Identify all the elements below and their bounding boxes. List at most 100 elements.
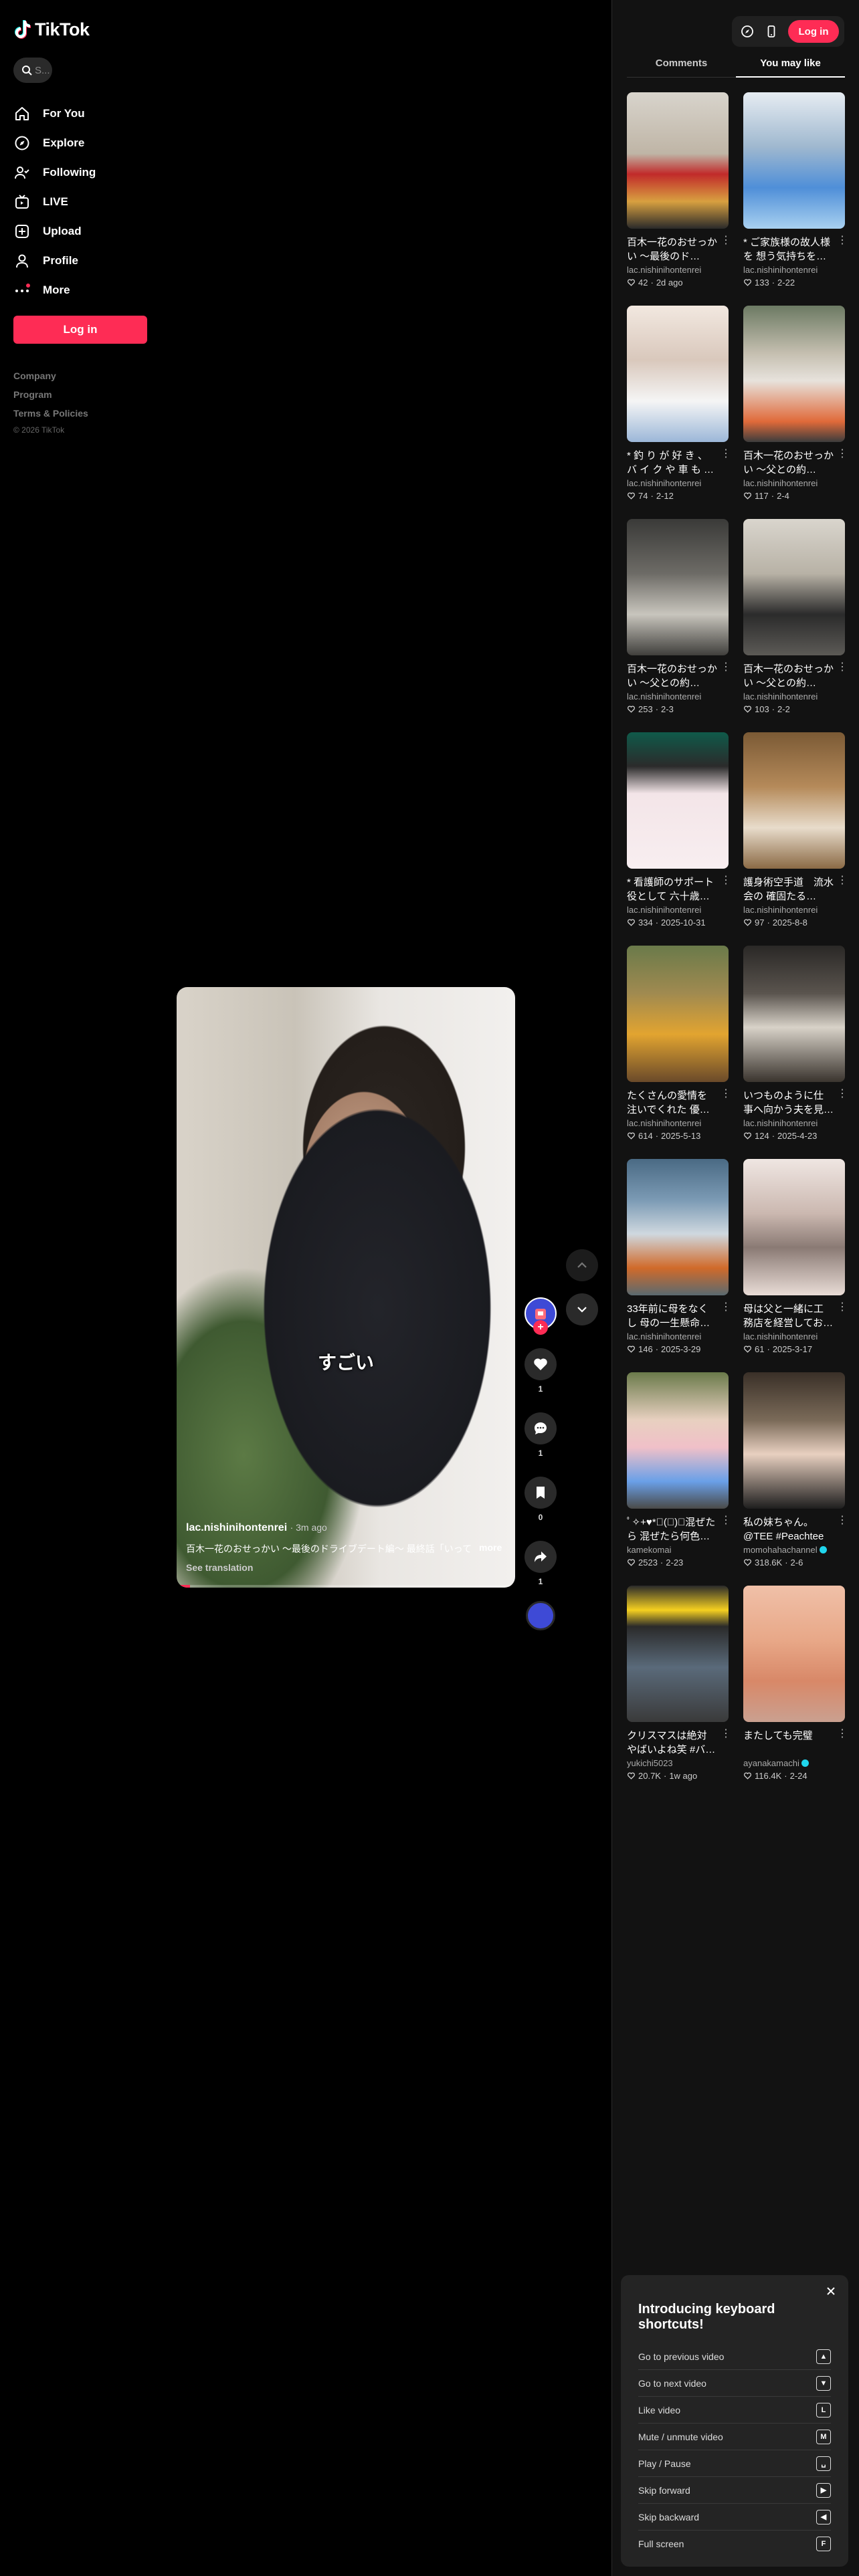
nav-upload[interactable]: Upload (13, 217, 147, 246)
video-thumbnail[interactable] (743, 306, 845, 442)
like-button[interactable] (524, 1348, 557, 1380)
video-thumbnail[interactable] (743, 946, 845, 1082)
separator: · (771, 704, 775, 714)
footer-link-company[interactable]: Company (13, 370, 147, 381)
video-thumbnail[interactable] (743, 1159, 845, 1295)
video-card[interactable]: ﾟ✧+♥︎*ﾟ(ﾟ)ﾟ混ぜたら 混ぜたら何色な… ⋮ kamekomai 252… (627, 1372, 731, 1574)
video-card-author[interactable]: lac.nishinihontenrei (627, 691, 729, 702)
more-options-icon[interactable]: ⋮ (837, 1729, 848, 1742)
more-options-icon[interactable]: ⋮ (837, 1089, 848, 1102)
video-card[interactable]: たくさんの愛情を 注いでくれた 優… ⋮ lac.nishinihontenre… (627, 946, 731, 1147)
video-player[interactable]: すごい lac.nishinihontenrei · 3m ago 百木一花のお… (177, 987, 515, 1588)
video-thumbnail[interactable] (627, 1159, 729, 1295)
tab-you-may-like[interactable]: You may like (736, 52, 845, 78)
more-button[interactable]: more (479, 1542, 502, 1555)
video-thumbnail[interactable] (627, 732, 729, 869)
video-card-author[interactable]: lac.nishinihontenrei (743, 265, 845, 275)
nav-profile[interactable]: Profile (13, 246, 147, 276)
creator-avatar[interactable]: + (524, 1297, 557, 1335)
tiktok-logo[interactable]: TikTok (13, 17, 147, 41)
video-thumbnail[interactable] (743, 1372, 845, 1509)
music-disc-icon[interactable] (526, 1601, 555, 1630)
video-card-author[interactable]: lac.nishinihontenrei (743, 905, 845, 915)
video-card[interactable]: 33年前に母をなく し 母の一生懸命… ⋮ lac.nishinihontenr… (627, 1159, 731, 1360)
video-thumbnail[interactable] (627, 1586, 729, 1722)
video-thumbnail[interactable] (743, 92, 845, 229)
video-thumbnail[interactable] (627, 306, 729, 442)
video-card[interactable]: 百木一花のおせっかい 〜父との約… ⋮ lac.nishinihontenrei… (743, 306, 848, 507)
nav-live[interactable]: LIVE (13, 187, 147, 217)
get-app-button[interactable] (761, 21, 781, 41)
search-input[interactable]: S... (13, 58, 52, 83)
login-button-top[interactable]: Log in (788, 20, 839, 43)
previous-video-button[interactable] (566, 1249, 598, 1281)
video-card[interactable]: 百木一花のおせっかい 〜最後のド… ⋮ lac.nishinihontenrei… (627, 92, 731, 294)
more-options-icon[interactable]: ⋮ (721, 662, 731, 675)
video-card-author[interactable]: lac.nishinihontenrei (743, 691, 845, 702)
more-options-icon[interactable]: ⋮ (837, 875, 848, 889)
video-card-author[interactable]: lac.nishinihontenrei (627, 1331, 729, 1341)
video-card-author[interactable]: lac.nishinihontenrei (627, 478, 729, 488)
next-video-button[interactable] (566, 1293, 598, 1325)
video-card-author[interactable]: kamekomai (627, 1545, 729, 1555)
video-card[interactable]: 百木一花のおせっかい 〜父との約… ⋮ lac.nishinihontenrei… (627, 519, 731, 720)
video-card[interactable]: いつものように仕 事へ向かう夫を見… ⋮ lac.nishinihontenre… (743, 946, 848, 1147)
video-thumbnail[interactable] (627, 1372, 729, 1509)
more-options-icon[interactable]: ⋮ (837, 235, 848, 249)
video-card-author[interactable]: ayanakamachi (743, 1758, 845, 1768)
nav-explore[interactable]: Explore (13, 128, 147, 158)
video-card[interactable]: * 釣 り が 好 き 、 バ イ ク や 車 も … ⋮ lac.nishin… (627, 306, 731, 507)
video-thumbnail[interactable] (743, 1586, 845, 1722)
more-options-icon[interactable]: ⋮ (837, 662, 848, 675)
video-card-author[interactable]: momohahachannel (743, 1545, 845, 1555)
video-card-author[interactable]: lac.nishinihontenrei (743, 1331, 845, 1341)
video-card-author[interactable]: yukichi5023 (627, 1758, 729, 1768)
video-thumbnail[interactable] (627, 92, 729, 229)
video-card[interactable]: 護身術空手道 流水会の 確固たる… ⋮ lac.nishinihontenrei… (743, 732, 848, 934)
video-thumbnail[interactable] (627, 946, 729, 1082)
video-card-author[interactable]: lac.nishinihontenrei (627, 1118, 729, 1128)
more-icon (13, 282, 31, 299)
video-author[interactable]: lac.nishinihontenrei (186, 1522, 287, 1533)
video-card-author[interactable]: lac.nishinihontenrei (627, 265, 729, 275)
nav-more[interactable]: More (13, 276, 147, 305)
more-options-icon[interactable]: ⋮ (721, 1729, 731, 1742)
video-card[interactable]: クリスマスは絶対 やばいよね笑 #バ… ⋮ yukichi5023 20.7K … (627, 1586, 731, 1787)
tiktok-logo-icon (15, 20, 31, 39)
login-button[interactable]: Log in (13, 316, 147, 344)
nav-for-you[interactable]: For You (13, 99, 147, 128)
follow-plus-icon[interactable]: + (533, 1320, 548, 1335)
video-thumbnail[interactable] (743, 732, 845, 869)
video-card-author[interactable]: lac.nishinihontenrei (743, 478, 845, 488)
more-options-icon[interactable]: ⋮ (721, 1089, 731, 1102)
video-card[interactable]: * 看護師のサポート 役として 六十歳… ⋮ lac.nishinihonten… (627, 732, 731, 934)
video-card[interactable]: 百木一花のおせっかい 〜父との約… ⋮ lac.nishinihontenrei… (743, 519, 848, 720)
video-progress-bar[interactable] (177, 1585, 515, 1588)
save-button[interactable] (524, 1477, 557, 1509)
video-thumbnail[interactable] (743, 519, 845, 655)
more-options-icon[interactable]: ⋮ (721, 875, 731, 889)
close-icon[interactable] (824, 2284, 838, 2298)
more-options-icon[interactable]: ⋮ (721, 235, 731, 249)
creator-tools-button[interactable] (737, 21, 757, 41)
more-options-icon[interactable]: ⋮ (721, 1515, 731, 1529)
video-card-author[interactable]: lac.nishinihontenrei (627, 905, 729, 915)
video-card[interactable]: 母は父と一緒に工 務店を経営してお… ⋮ lac.nishinihontenre… (743, 1159, 848, 1360)
more-options-icon[interactable]: ⋮ (837, 449, 848, 462)
footer-link-terms[interactable]: Terms & Policies (13, 408, 147, 419)
share-button[interactable] (524, 1541, 557, 1573)
video-thumbnail[interactable] (627, 519, 729, 655)
nav-following[interactable]: Following (13, 158, 147, 187)
more-options-icon[interactable]: ⋮ (721, 449, 731, 462)
video-card-author[interactable]: lac.nishinihontenrei (743, 1118, 845, 1128)
more-options-icon[interactable]: ⋮ (837, 1515, 848, 1529)
more-options-icon[interactable]: ⋮ (837, 1302, 848, 1315)
see-translation-link[interactable]: See translation (186, 1562, 506, 1573)
video-card[interactable]: またしても完璧 ⋮ ayanakamachi 116.4K · 2-24 (743, 1586, 848, 1787)
video-card[interactable]: 私の妹ちゃん。 @TEE #Peachtee ⋮ momohahachannel… (743, 1372, 848, 1574)
comment-button[interactable] (524, 1412, 557, 1444)
video-card[interactable]: * ご家族様の故人様を 想う気持ちを… ⋮ lac.nishinihontenr… (743, 92, 848, 294)
more-options-icon[interactable]: ⋮ (721, 1302, 731, 1315)
footer-link-program[interactable]: Program (13, 389, 147, 400)
tab-comments[interactable]: Comments (627, 52, 736, 77)
